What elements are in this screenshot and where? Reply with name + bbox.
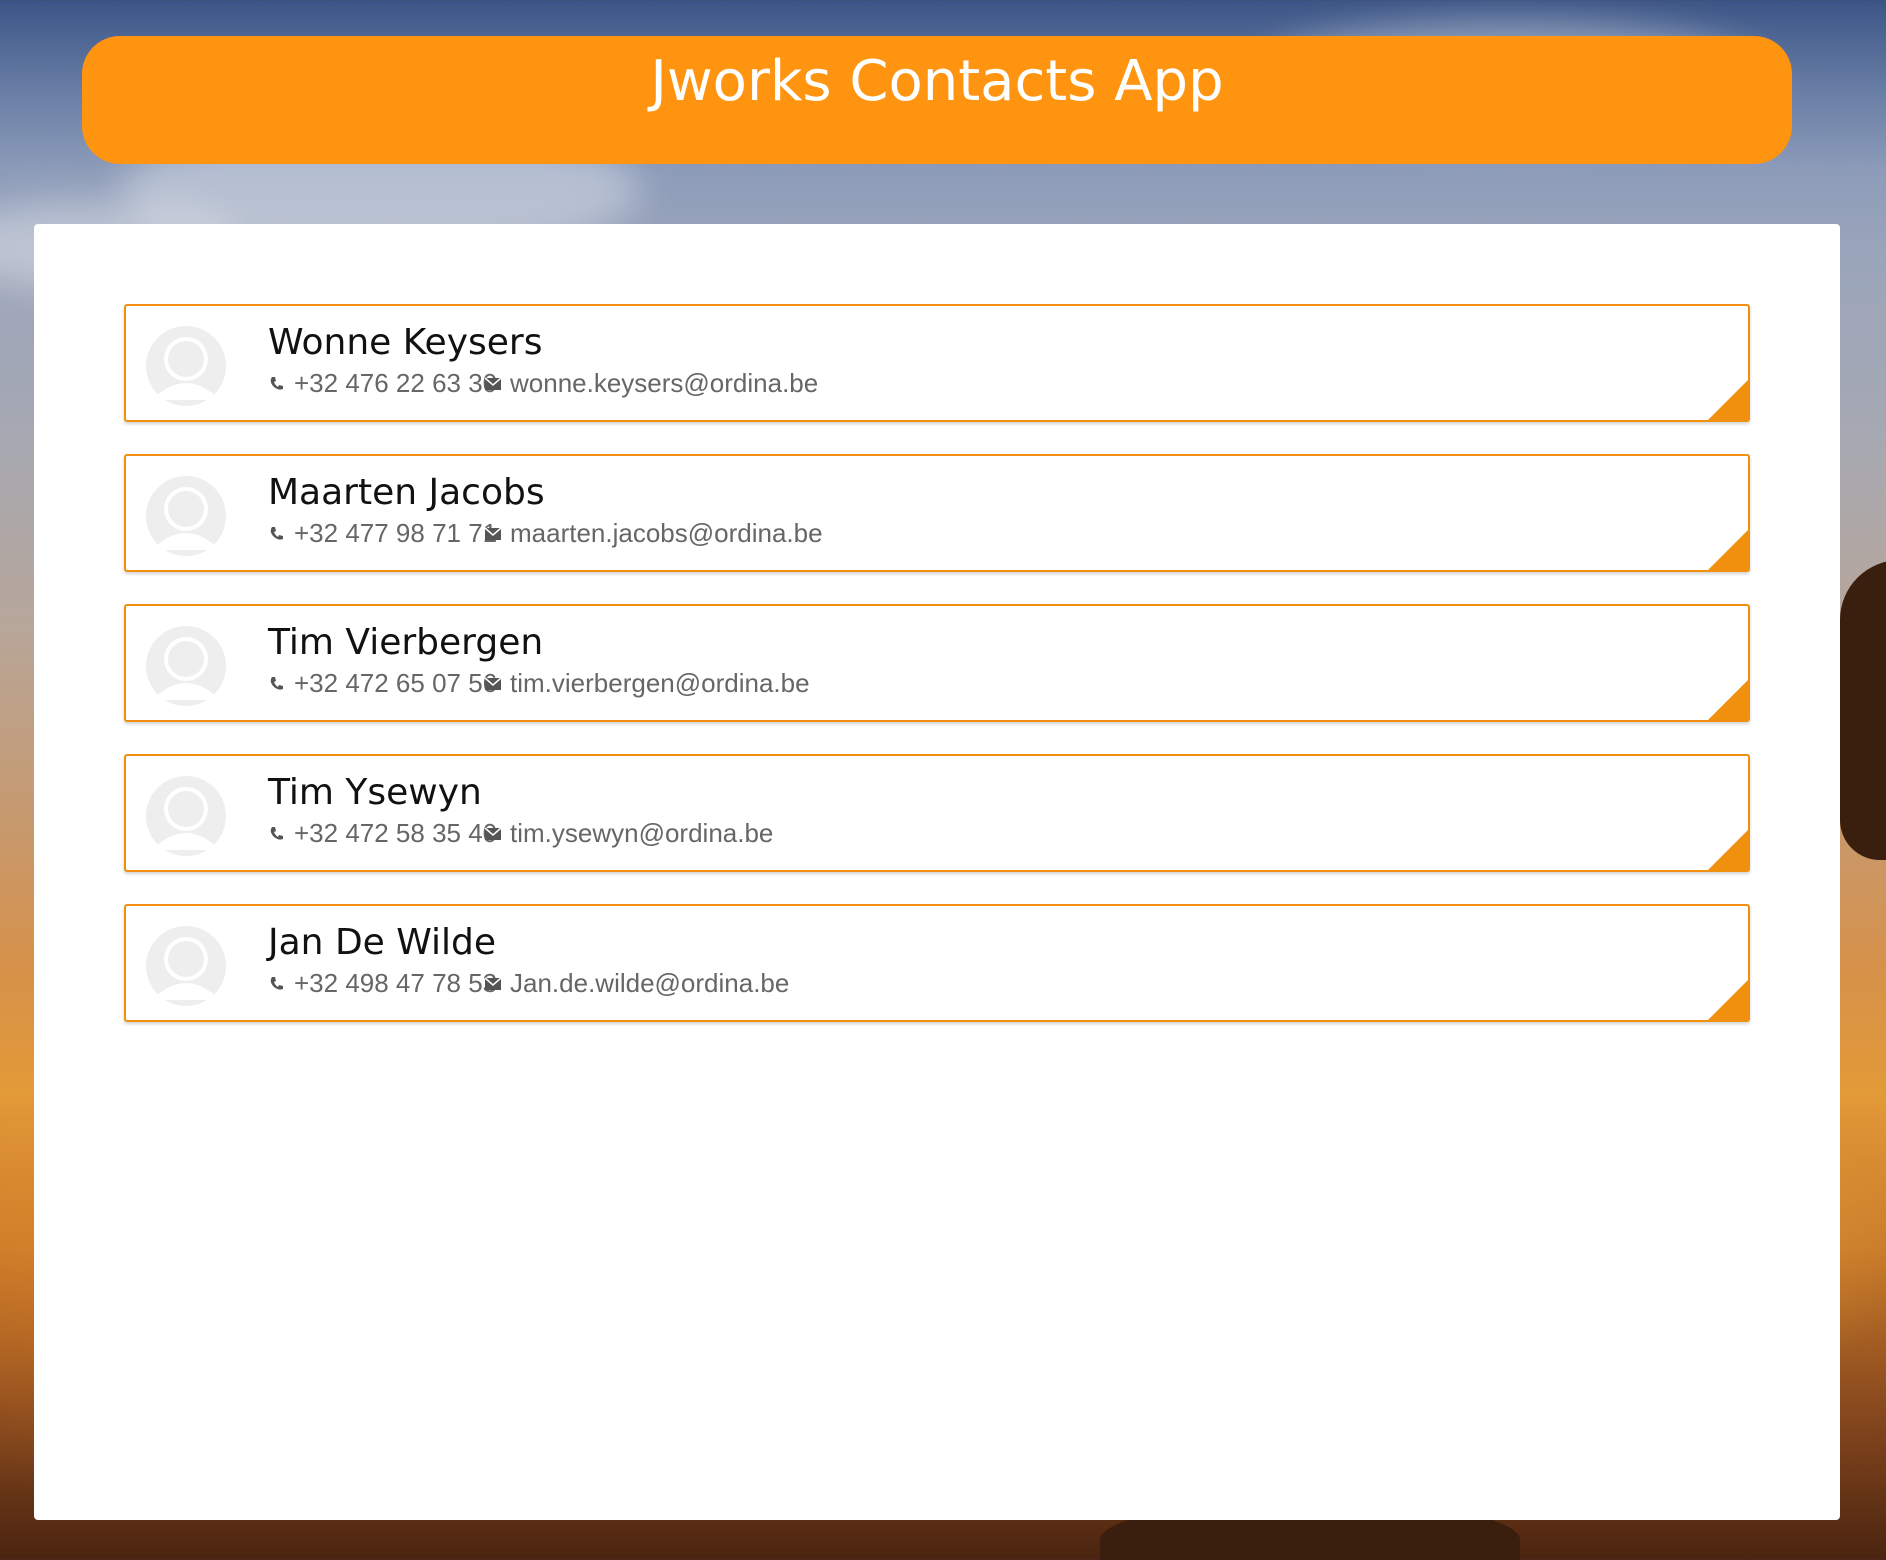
- contact-list: Wonne Keysers +32 476 22 63 30 wonne.key…: [124, 304, 1750, 1054]
- contact-details: +32 472 58 35 40 tim.ysewyn@ordina.be: [268, 818, 773, 849]
- contact-card[interactable]: Wonne Keysers +32 476 22 63 30 wonne.key…: [124, 304, 1750, 422]
- envelope-icon: [484, 376, 502, 390]
- contacts-panel: Wonne Keysers +32 476 22 63 30 wonne.key…: [34, 224, 1840, 1520]
- contact-email[interactable]: tim.vierbergen@ordina.be: [510, 668, 810, 699]
- user-placeholder-icon: [146, 926, 226, 1006]
- contact-name: Jan De Wilde: [268, 922, 497, 963]
- card-corner-indicator: [1707, 829, 1748, 870]
- contact-phone[interactable]: +32 472 65 07 56: [294, 668, 497, 699]
- email-group: tim.ysewyn@ordina.be: [484, 818, 773, 849]
- contact-name: Maarten Jacobs: [268, 472, 545, 513]
- contact-email[interactable]: wonne.keysers@ordina.be: [510, 368, 818, 399]
- contact-phone[interactable]: +32 472 58 35 40: [294, 818, 497, 849]
- contact-card[interactable]: Jan De Wilde +32 498 47 78 53 Jan.de.wil…: [124, 904, 1750, 1022]
- app-header: Jworks Contacts App: [82, 36, 1792, 164]
- contact-card[interactable]: Tim Vierbergen +32 472 65 07 56 tim.vier…: [124, 604, 1750, 722]
- phone-icon: [270, 526, 283, 540]
- card-corner-indicator: [1707, 379, 1748, 420]
- contact-card[interactable]: Maarten Jacobs +32 477 98 71 71 maarten.…: [124, 454, 1750, 572]
- contact-email[interactable]: tim.ysewyn@ordina.be: [510, 818, 773, 849]
- contact-phone[interactable]: +32 476 22 63 30: [294, 368, 497, 399]
- app-title: Jworks Contacts App: [650, 49, 1224, 114]
- contact-email[interactable]: maarten.jacobs@ordina.be: [510, 518, 823, 549]
- phone-icon: [270, 676, 283, 690]
- contact-phone[interactable]: +32 498 47 78 53: [294, 968, 497, 999]
- email-group: wonne.keysers@ordina.be: [484, 368, 818, 399]
- card-corner-indicator: [1707, 979, 1748, 1020]
- phone-icon: [270, 976, 283, 990]
- phone-icon: [270, 826, 283, 840]
- envelope-icon: [484, 976, 502, 990]
- contact-email[interactable]: Jan.de.wilde@ordina.be: [510, 968, 789, 999]
- contact-name: Tim Vierbergen: [268, 622, 544, 663]
- envelope-icon: [484, 826, 502, 840]
- contact-card[interactable]: Tim Ysewyn +32 472 58 35 40 tim.ysewyn@o…: [124, 754, 1750, 872]
- email-group: tim.vierbergen@ordina.be: [484, 668, 810, 699]
- envelope-icon: [484, 526, 502, 540]
- contact-details: +32 477 98 71 71 maarten.jacobs@ordina.b…: [268, 518, 823, 549]
- envelope-icon: [484, 676, 502, 690]
- contact-details: +32 498 47 78 53 Jan.de.wilde@ordina.be: [268, 968, 789, 999]
- email-group: Jan.de.wilde@ordina.be: [484, 968, 789, 999]
- contact-name: Wonne Keysers: [268, 322, 543, 363]
- email-group: maarten.jacobs@ordina.be: [484, 518, 823, 549]
- user-placeholder-icon: [146, 476, 226, 556]
- contact-phone[interactable]: +32 477 98 71 71: [294, 518, 497, 549]
- user-placeholder-icon: [146, 326, 226, 406]
- phone-icon: [270, 376, 283, 390]
- contact-name: Tim Ysewyn: [268, 772, 482, 813]
- user-placeholder-icon: [146, 626, 226, 706]
- background-rock: [1840, 560, 1886, 860]
- user-placeholder-icon: [146, 776, 226, 856]
- contact-details: +32 472 65 07 56 tim.vierbergen@ordina.b…: [268, 668, 810, 699]
- card-corner-indicator: [1707, 529, 1748, 570]
- contact-details: +32 476 22 63 30 wonne.keysers@ordina.be: [268, 368, 818, 399]
- card-corner-indicator: [1707, 679, 1748, 720]
